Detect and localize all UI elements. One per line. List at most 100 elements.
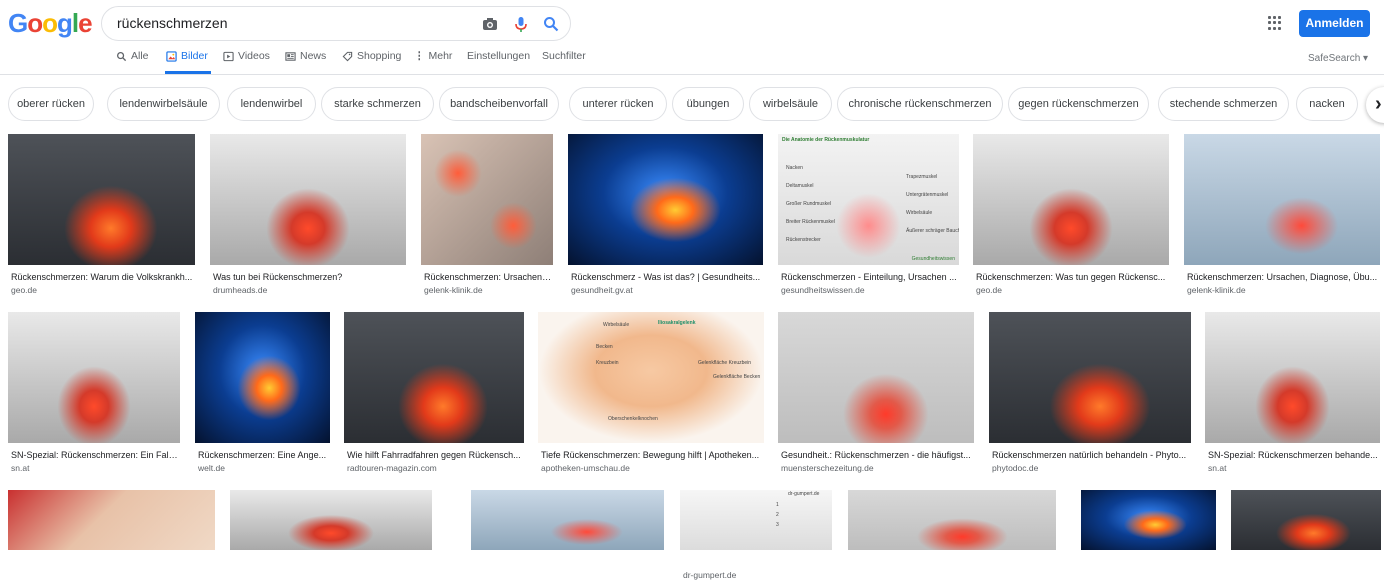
result-thumbnail[interactable]: dr-gumpert.de 1 2 3 [680, 490, 832, 550]
result-source: welt.de [198, 463, 225, 473]
thumbnail-label: Gesundheitswissen [911, 256, 955, 262]
result-title[interactable]: Rückenschmerzen: Warum die Volkskrankh..… [11, 272, 194, 282]
microphone-icon[interactable] [512, 15, 530, 33]
related-search-chip[interactable]: übungen [672, 87, 744, 121]
top-header: Google Alle Bilder Videos News [0, 0, 1384, 75]
result-title[interactable]: Was tun bei Rückenschmerzen? [213, 272, 405, 282]
related-search-chip[interactable]: lendenwirbelsäule [107, 87, 220, 121]
related-search-chip[interactable]: lendenwirbel [227, 87, 316, 121]
result-thumbnail[interactable] [989, 312, 1191, 443]
tab-news[interactable]: News [285, 50, 326, 74]
tab-settings-label: Einstellungen [467, 50, 531, 62]
result-source: gesundheit.gv.at [571, 285, 633, 295]
result-thumbnail[interactable] [8, 312, 180, 443]
tab-news-label: News [300, 50, 327, 62]
result-source: phytodoc.de [992, 463, 1039, 473]
result-thumbnail[interactable] [848, 490, 1056, 550]
related-search-chip[interactable]: unterer rücken [569, 87, 667, 121]
result-source: sn.at [11, 463, 30, 473]
result-source: drumheads.de [213, 285, 268, 295]
result-title[interactable]: Rückenschmerzen: Eine Ange... [198, 450, 329, 460]
result-title[interactable]: Rückenschmerzen natürlich behandeln - Ph… [992, 450, 1190, 460]
result-thumbnail[interactable] [973, 134, 1169, 265]
thumbnail-label: Oberschenkelknochen [608, 416, 658, 422]
related-search-chip[interactable]: wirbelsäule [749, 87, 832, 121]
result-thumbnail[interactable] [1081, 490, 1216, 550]
signin-button[interactable]: Anmelden [1299, 10, 1370, 37]
apps-grid-icon[interactable] [1268, 16, 1282, 30]
thumbnail-label: Äußerer schräger Bauchmuskel [906, 228, 959, 234]
tab-images[interactable]: Bilder [165, 50, 211, 74]
result-source: muensterschezeitung.de [781, 463, 874, 473]
result-thumbnail[interactable] [230, 490, 432, 550]
related-search-chip[interactable]: chronische rückenschmerzen [837, 87, 1003, 121]
camera-icon[interactable] [481, 15, 499, 33]
result-thumbnail[interactable] [8, 134, 195, 265]
result-thumbnail[interactable] [778, 312, 974, 443]
result-title[interactable]: Rückenschmerzen: Was tun gegen Rückensc.… [976, 272, 1168, 282]
result-title[interactable]: Rückenschmerzen: Ursachen, Diagnose, Übu… [1187, 272, 1379, 282]
image-icon [166, 51, 177, 62]
search-small-icon [117, 52, 127, 62]
thumbnail-label: Die Anatomie der Rückenmuskulatur [782, 137, 870, 143]
result-thumbnail[interactable]: Die Anatomie der Rückenmuskulatur Nacken T… [778, 134, 959, 265]
tab-videos[interactable]: Videos [223, 50, 270, 74]
result-thumbnail[interactable] [195, 312, 330, 443]
result-thumbnail[interactable]: Wirbelsäule Becken Kreuzbein Iliosakralgele… [538, 312, 764, 443]
thumbnail-label: Becken [596, 344, 613, 350]
result-title[interactable]: Gesundheit.: Rückenschmerzen - die häufi… [781, 450, 973, 460]
result-source: gelenk-klinik.de [424, 285, 483, 295]
result-thumbnail[interactable] [8, 490, 215, 550]
logo-letter: e [78, 8, 93, 38]
related-search-chip[interactable]: gegen rückenschmerzen [1008, 87, 1149, 121]
thumbnail-label: Rückenstrecker [786, 237, 821, 243]
result-source: apotheken-umschau.de [541, 463, 630, 473]
google-logo[interactable]: Google [8, 8, 93, 39]
thumbnail-label: Untergrätenmuskel [906, 192, 949, 198]
logo-letter: G [8, 8, 28, 38]
result-source: geo.de [11, 285, 37, 295]
result-title[interactable]: Wie hilft Fahrradfahren gegen Rückensch.… [347, 450, 523, 460]
related-search-chip[interactable]: oberer rücken [8, 87, 94, 121]
related-search-chip[interactable]: nacken [1296, 87, 1358, 121]
search-input[interactable] [117, 15, 457, 31]
result-thumbnail[interactable] [421, 134, 553, 265]
tab-more-label: Mehr [428, 50, 453, 62]
result-title[interactable]: Rückenschmerzen - Einteilung, Ursachen .… [781, 272, 958, 282]
result-title[interactable]: Rückenschmerzen: Ursachen,... [424, 272, 552, 282]
result-thumbnail[interactable] [568, 134, 763, 265]
tab-images-label: Bilder [181, 50, 208, 62]
result-thumbnail[interactable] [1231, 490, 1381, 550]
logo-letter: o [27, 8, 43, 38]
tab-settings[interactable]: Einstellungen [467, 50, 530, 74]
result-thumbnail[interactable] [210, 134, 406, 265]
safesearch-toggle[interactable]: SafeSearch ▾ [1308, 53, 1368, 64]
result-source: geo.de [976, 285, 1002, 295]
thumbnail-label: Gelenkfläche Kreuzbein [698, 360, 752, 366]
related-search-chip[interactable]: starke schmerzen [321, 87, 434, 121]
result-thumbnail[interactable] [344, 312, 524, 443]
result-thumbnail[interactable] [471, 490, 664, 550]
result-thumbnail[interactable] [1205, 312, 1380, 443]
thumbnail-label: Wirbelsäule [906, 210, 933, 216]
thumbnail-label: Trapezmuskel [906, 174, 938, 180]
search-box[interactable] [101, 6, 571, 41]
tab-all[interactable]: Alle [116, 50, 149, 74]
tag-icon [342, 51, 353, 62]
result-title[interactable]: Rückenschmerz - Was ist das? | Gesundhei… [571, 272, 762, 282]
related-search-chip[interactable]: bandscheibenvorfall [439, 87, 559, 121]
search-icon[interactable] [542, 15, 560, 33]
tab-tools-label: Suchfilter [542, 50, 586, 62]
logo-letter: g [57, 8, 73, 38]
result-title[interactable]: SN-Spezial: Rückenschmerzen behande... [1208, 450, 1379, 460]
thumbnail-label: Wirbelsäule [603, 322, 630, 328]
tab-more[interactable]: ⋮ Mehr [414, 50, 452, 74]
related-search-chip[interactable]: stechende schmerzen [1158, 87, 1289, 121]
result-title[interactable]: SN-Spezial: Rückenschmerzen: Ein Fall ..… [11, 450, 179, 460]
result-thumbnail[interactable] [1184, 134, 1380, 265]
result-source: gelenk-klinik.de [1187, 285, 1246, 295]
tab-shopping[interactable]: Shopping [342, 50, 401, 74]
related-searches-bar: oberer rücken lendenwirbelsäule lendenwirb… [0, 87, 1384, 121]
result-title[interactable]: Tiefe Rückenschmerzen: Bewegung hilft | … [541, 450, 763, 460]
tab-tools[interactable]: Suchfilter [542, 50, 586, 74]
